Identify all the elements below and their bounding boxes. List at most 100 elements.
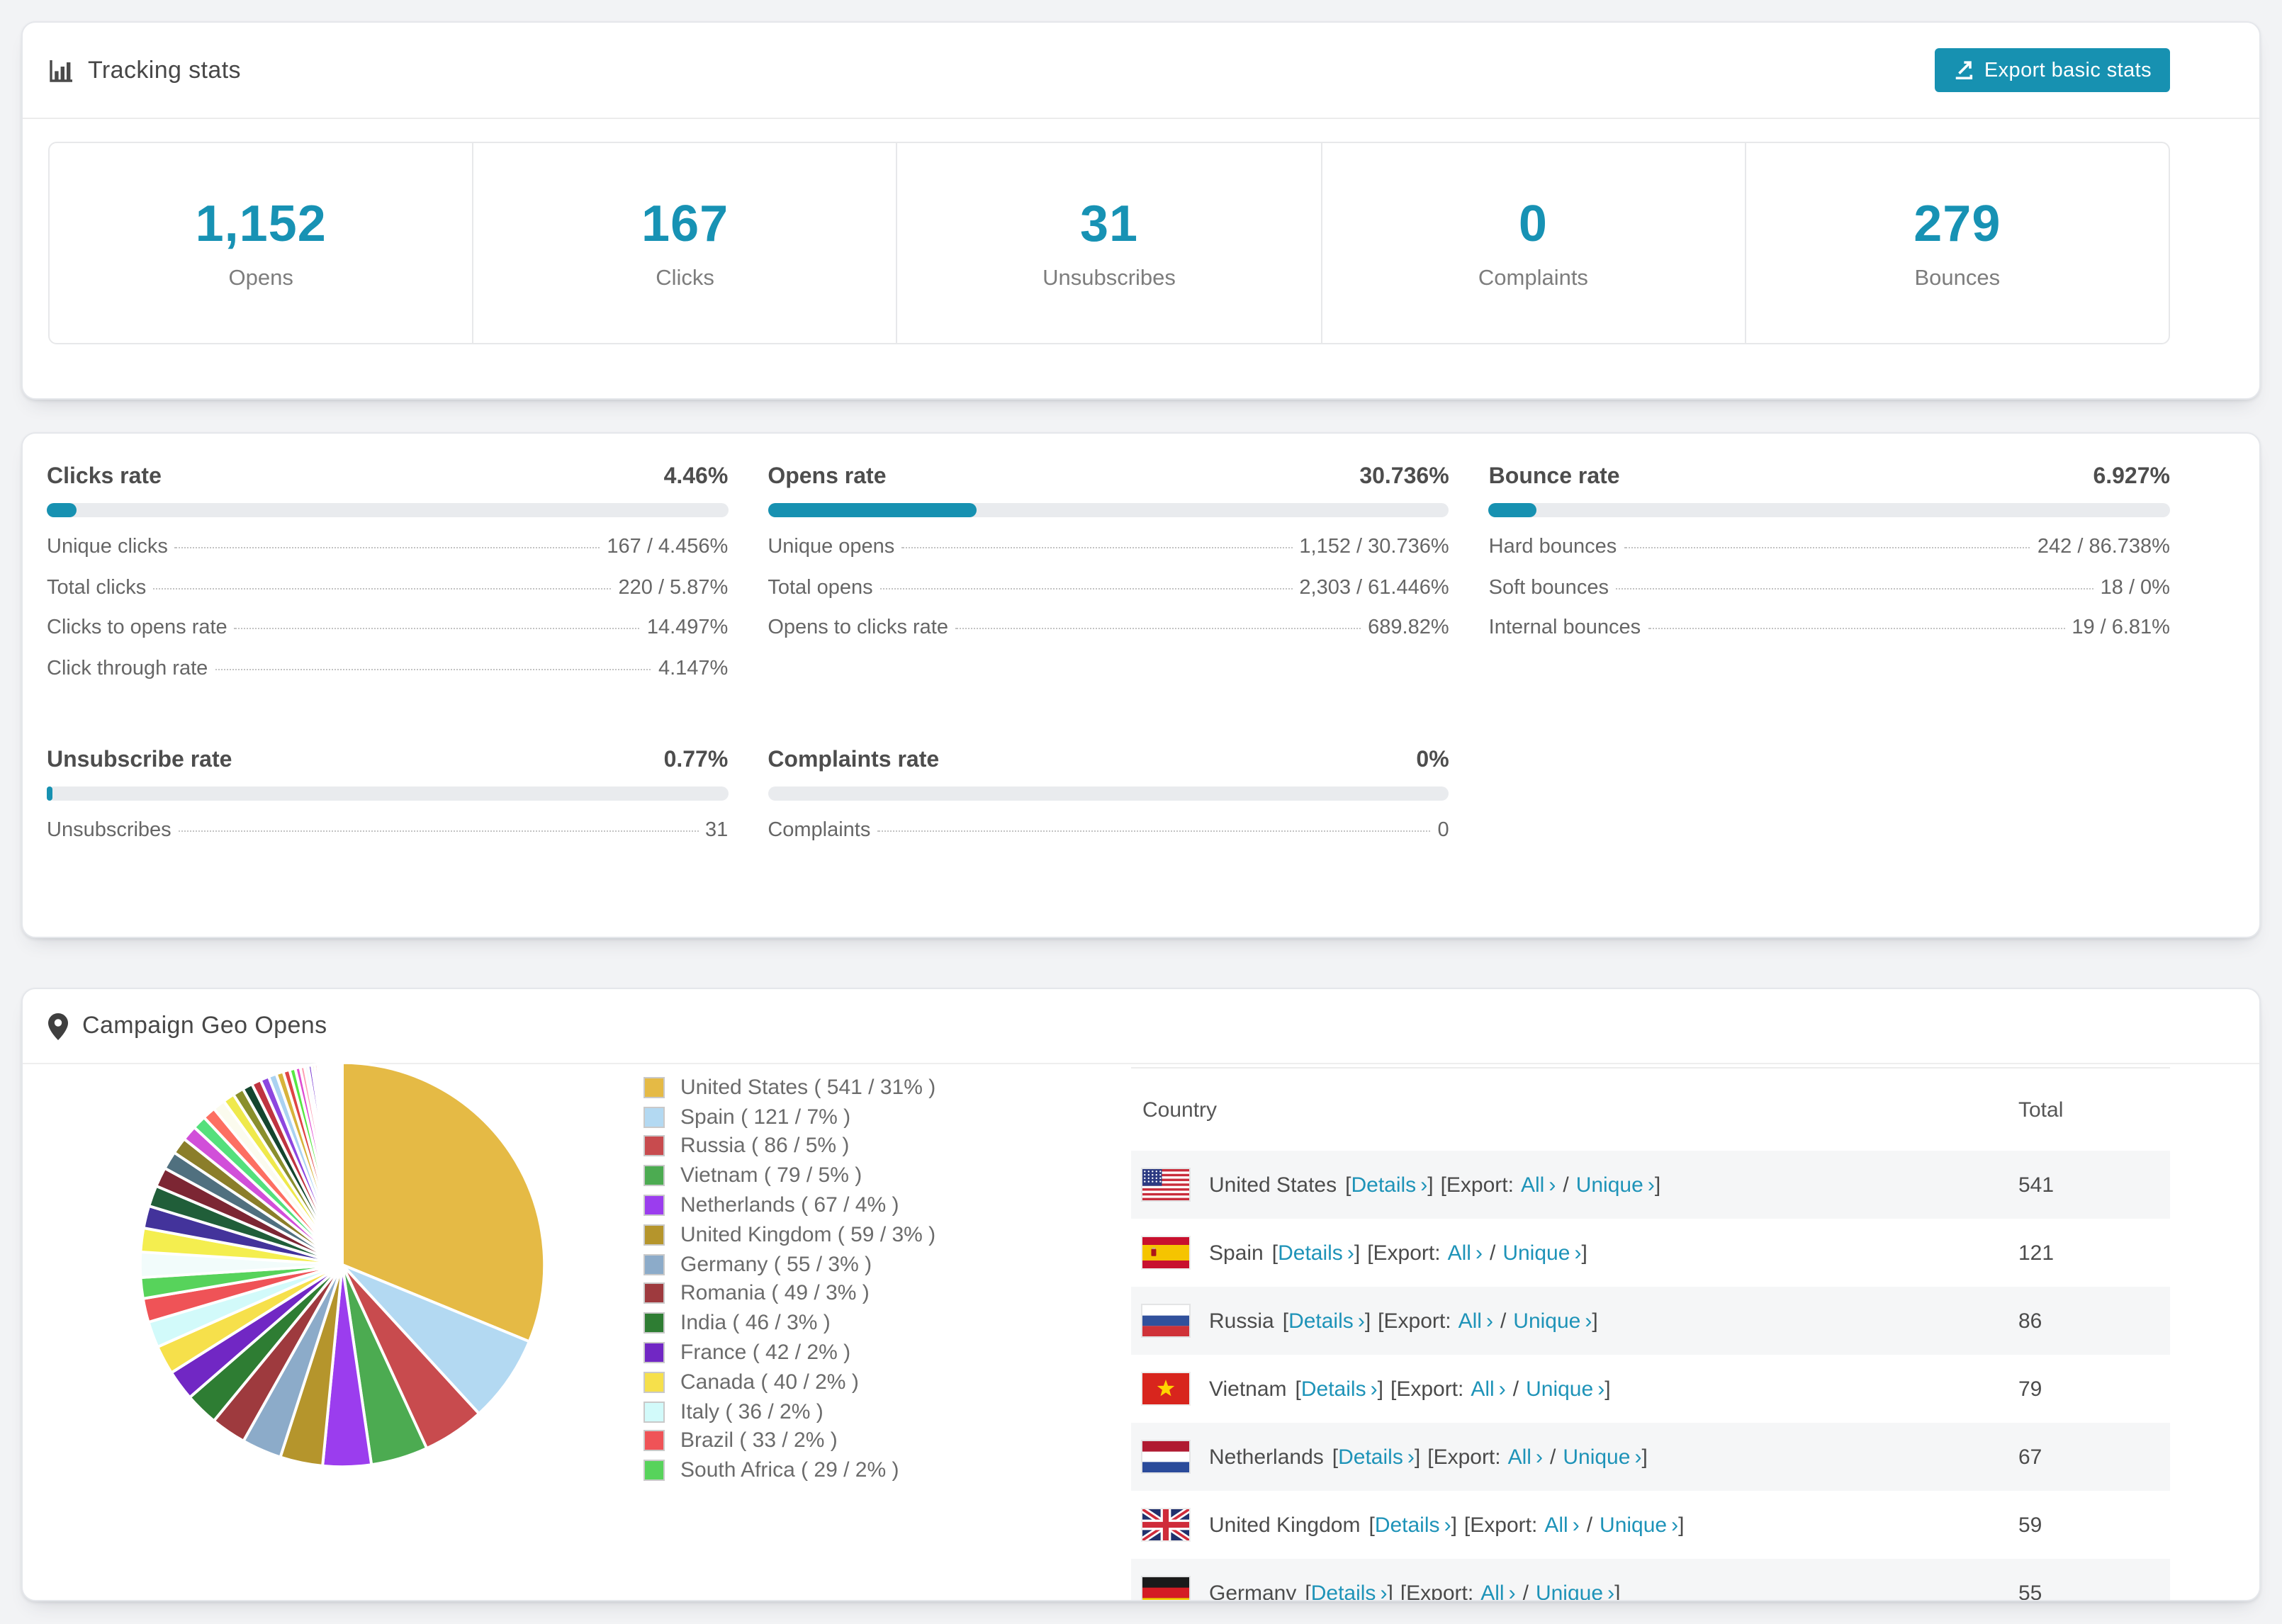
rate-detail-value: 18 / 0%: [2100, 576, 2170, 599]
export-label: Export:: [1383, 1309, 1451, 1333]
legend-label: Romania ( 49 / 3% ): [680, 1281, 870, 1306]
geo-legend: United States ( 541 / 31% ) Spain ( 121 …: [643, 1067, 1111, 1485]
export-unique-link[interactable]: Unique ›: [1502, 1241, 1581, 1265]
details-link[interactable]: Details ›: [1288, 1309, 1365, 1333]
details-link[interactable]: Details ›: [1375, 1513, 1451, 1537]
country-total: 55: [2018, 1581, 2042, 1601]
country-name: Vietnam: [1209, 1377, 1287, 1401]
dotted-leader: [178, 830, 699, 832]
country-name: United Kingdom: [1209, 1513, 1361, 1537]
legend-item: Romania ( 49 / 3% ): [643, 1279, 1111, 1309]
legend-swatch: [643, 1106, 665, 1128]
export-unique-link[interactable]: Unique ›: [1576, 1173, 1655, 1197]
details-link[interactable]: Details ›: [1311, 1581, 1388, 1600]
rate-detail-label: Total clicks: [47, 576, 147, 599]
legend-swatch: [643, 1253, 665, 1275]
export-icon: [1953, 60, 1974, 81]
rate-block: Unsubscribe rate 0.77% Unsubscribes 31: [47, 748, 729, 859]
table-row: Germany [Details ›] [Export: All › / Uni…: [1131, 1559, 2170, 1601]
country-total: 86: [2018, 1309, 2042, 1333]
legend-label: Vietnam ( 79 / 5% ): [680, 1163, 862, 1188]
legend-item: France ( 42 / 2% ): [643, 1338, 1111, 1368]
legend-swatch: [643, 1135, 665, 1157]
column-header-total: Total: [2018, 1098, 2064, 1122]
dotted-leader: [174, 547, 600, 548]
dotted-leader: [877, 830, 1431, 832]
rate-value: 6.927%: [2093, 465, 2170, 489]
stat-value: 279: [1913, 194, 2001, 252]
legend-item: India ( 46 / 3% ): [643, 1309, 1111, 1338]
export-label: Export:: [1446, 1173, 1514, 1197]
rate-detail-label: Hard bounces: [1488, 536, 1617, 558]
geo-country-table: Country Total United States [Details ›] …: [1131, 1067, 2170, 1601]
rate-detail-value: 2,303 / 61.446%: [1299, 576, 1449, 599]
rate-detail-label: Internal bounces: [1488, 616, 1641, 639]
export-basic-stats-button[interactable]: Export basic stats: [1934, 48, 2170, 92]
rate-detail-label: Unique clicks: [47, 536, 168, 558]
rate-detail-value: 19 / 6.81%: [2072, 616, 2170, 639]
rate-detail-value: 242 / 86.738%: [2037, 536, 2170, 558]
export-all-link[interactable]: All ›: [1480, 1581, 1515, 1600]
country-name: Germany: [1209, 1581, 1297, 1601]
export-all-link[interactable]: All ›: [1508, 1445, 1543, 1469]
stat-value: 31: [1079, 194, 1139, 252]
dotted-leader: [215, 668, 651, 670]
details-link[interactable]: Details ›: [1278, 1241, 1354, 1265]
rate-value: 0%: [1416, 748, 1449, 772]
rate-detail-label: Click through rate: [47, 657, 208, 680]
legend-label: Spain ( 121 / 7% ): [680, 1105, 851, 1129]
table-row: Vietnam [Details ›] [Export: All › / Uni…: [1131, 1355, 2170, 1423]
export-unique-link[interactable]: Unique ›: [1536, 1581, 1614, 1600]
legend-item: South Africa ( 29 / 2% ): [643, 1456, 1111, 1486]
export-all-link[interactable]: All ›: [1448, 1241, 1483, 1265]
legend-label: United States ( 541 / 31% ): [680, 1075, 936, 1100]
dotted-leader: [1648, 628, 2065, 629]
country-total: 67: [2018, 1445, 2042, 1469]
export-all-link[interactable]: All ›: [1458, 1309, 1493, 1333]
legend-item: Netherlands ( 67 / 4% ): [643, 1190, 1111, 1220]
rate-detail-label: Soft bounces: [1488, 576, 1609, 599]
export-unique-link[interactable]: Unique ›: [1513, 1309, 1592, 1333]
rate-detail-row: Internal bounces 19 / 6.81%: [1489, 616, 2170, 657]
legend-label: Germany ( 55 / 3% ): [680, 1252, 872, 1277]
export-all-link[interactable]: All ›: [1544, 1513, 1579, 1537]
legend-label: Canada ( 40 / 2% ): [680, 1370, 859, 1394]
export-all-link[interactable]: All ›: [1471, 1377, 1505, 1401]
bar-chart-icon: [48, 57, 74, 83]
rate-detail-label: Complaints: [768, 819, 871, 842]
stat-cell: 0 Complaints: [1322, 143, 1746, 343]
legend-label: France ( 42 / 2% ): [680, 1341, 851, 1365]
export-unique-link[interactable]: Unique ›: [1600, 1513, 1678, 1537]
legend-item: Spain ( 121 / 7% ): [643, 1103, 1111, 1132]
stat-value: 0: [1518, 194, 1548, 252]
legend-swatch: [643, 1371, 665, 1393]
export-all-link[interactable]: All ›: [1521, 1173, 1556, 1197]
rate-title: Complaints rate: [768, 748, 940, 772]
rate-detail-value: 689.82%: [1368, 616, 1449, 639]
details-link[interactable]: Details ›: [1301, 1377, 1378, 1401]
legend-swatch: [643, 1342, 665, 1364]
country-flag-icon: [1142, 1509, 1189, 1540]
rate-detail-row: Unique clicks 167 / 4.456%: [47, 536, 728, 576]
export-unique-link[interactable]: Unique ›: [1563, 1445, 1641, 1469]
details-link[interactable]: Details ›: [1351, 1173, 1427, 1197]
legend-swatch: [643, 1460, 665, 1482]
details-link[interactable]: Details ›: [1338, 1445, 1415, 1469]
map-pin-icon: [48, 1013, 68, 1039]
rate-block: Clicks rate 4.46% Unique clicks 167 / 4.…: [47, 465, 729, 697]
legend-swatch: [643, 1076, 665, 1098]
country-total: 541: [2018, 1173, 2055, 1197]
country-flag-icon: [1142, 1577, 1189, 1600]
stat-label: Clicks: [656, 266, 714, 291]
legend-item: Italy ( 36 / 2% ): [643, 1397, 1111, 1427]
rate-block: Complaints rate 0% Complaints 0: [768, 748, 1449, 859]
export-unique-link[interactable]: Unique ›: [1526, 1377, 1604, 1401]
country-name: Spain: [1209, 1241, 1264, 1265]
legend-label: United Kingdom ( 59 / 3% ): [680, 1222, 936, 1247]
rate-progress-bar: [768, 503, 1449, 517]
tracking-stats-header: Tracking stats Export basic stats: [23, 23, 2259, 119]
rate-detail-value: 1,152 / 30.736%: [1299, 536, 1449, 558]
rate-detail-row: Complaints 0: [768, 819, 1449, 859]
stat-value: 167: [641, 194, 729, 252]
geo-card-header: Campaign Geo Opens: [23, 989, 2259, 1064]
